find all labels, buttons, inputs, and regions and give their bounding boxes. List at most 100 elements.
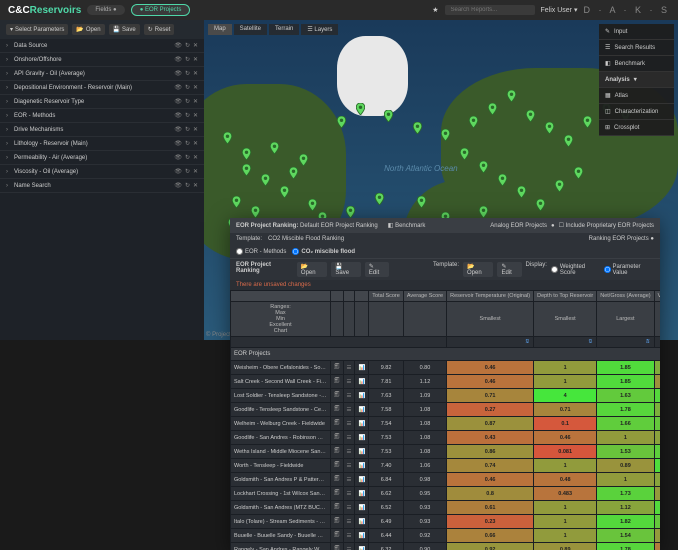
- benchmark-button[interactable]: ◧ Benchmark: [384, 221, 430, 230]
- map-pin[interactable]: [417, 196, 426, 208]
- open-button[interactable]: 📂 Open: [72, 24, 104, 35]
- rank-open[interactable]: 📂 Open: [297, 262, 327, 277]
- map-pin[interactable]: [507, 90, 516, 102]
- map-pin[interactable]: [299, 154, 308, 166]
- refresh-icon[interactable]: ↻: [185, 112, 190, 119]
- display-weighted[interactable]: Weighted Score: [551, 262, 600, 277]
- row-name[interactable]: Goodlife - San Andres - Robinson Oil Zon…: [231, 431, 331, 445]
- chart-icon[interactable]: 📊: [355, 431, 369, 445]
- map-tab-terrain[interactable]: Terrain: [269, 24, 299, 35]
- include-note[interactable]: Include Proprietary EOR Projects: [566, 223, 654, 229]
- tpl-edit[interactable]: ✎ Edit: [497, 262, 521, 277]
- chart-icon[interactable]: 📊: [355, 529, 369, 543]
- rank-edit[interactable]: ✎ Edit: [365, 262, 389, 277]
- rank-save[interactable]: 💾 Save: [331, 262, 361, 277]
- doc-icon[interactable]: 🗐: [331, 473, 344, 487]
- menu-icon[interactable]: ☰: [343, 473, 355, 487]
- map-pin[interactable]: [223, 132, 232, 144]
- eye-icon[interactable]: 👁: [174, 140, 182, 147]
- chart-icon[interactable]: 📊: [355, 445, 369, 459]
- eye-icon[interactable]: 👁: [174, 84, 182, 91]
- col-header[interactable]: Net/Gross (Average): [597, 291, 654, 302]
- refresh-icon[interactable]: ↻: [185, 126, 190, 133]
- close-icon[interactable]: ✕: [193, 112, 198, 119]
- menu-icon[interactable]: ☰: [343, 361, 355, 375]
- refresh-icon[interactable]: ↻: [185, 168, 190, 175]
- menu-icon[interactable]: ☰: [343, 515, 355, 529]
- eye-icon[interactable]: 👁: [174, 56, 182, 63]
- doc-icon[interactable]: 🗐: [331, 487, 344, 501]
- doc-icon[interactable]: 🗐: [331, 389, 344, 403]
- eye-icon[interactable]: 👁: [174, 98, 182, 105]
- sidebar-item[interactable]: ›API Gravity - Oil (Average)👁↻✕: [0, 67, 204, 81]
- close-icon[interactable]: ✕: [193, 126, 198, 133]
- map-pin[interactable]: [555, 180, 564, 192]
- sidebar-item[interactable]: ›Drive Mechanisms👁↻✕: [0, 123, 204, 137]
- map-pin[interactable]: [289, 167, 298, 179]
- refresh-icon[interactable]: ↻: [185, 42, 190, 49]
- chart-icon[interactable]: 📊: [355, 487, 369, 501]
- map-pin[interactable]: [261, 174, 270, 186]
- refresh-icon[interactable]: ↻: [185, 70, 190, 77]
- doc-icon[interactable]: 🗐: [331, 361, 344, 375]
- map-pin[interactable]: [384, 110, 393, 122]
- refresh-icon[interactable]: ↻: [185, 84, 190, 91]
- col-header[interactable]: [231, 291, 331, 302]
- menu-icon[interactable]: ☰: [343, 543, 355, 550]
- refresh-icon[interactable]: ↻: [185, 98, 190, 105]
- col-header[interactable]: Vert Pay (Average): [654, 291, 660, 302]
- sidebar-item[interactable]: ›Name Search👁↻✕: [0, 179, 204, 193]
- col-header[interactable]: [331, 291, 344, 302]
- doc-icon[interactable]: 🗐: [331, 543, 344, 550]
- method-radio[interactable]: EOR - Methods: [236, 248, 286, 255]
- close-icon[interactable]: ✕: [193, 56, 198, 63]
- eye-icon[interactable]: 👁: [174, 112, 182, 119]
- search-input[interactable]: [445, 5, 535, 15]
- map-pin[interactable]: [574, 167, 583, 179]
- chart-icon[interactable]: 📊: [355, 459, 369, 473]
- map-pin[interactable]: [441, 129, 450, 141]
- sort-toggle[interactable]: ⇅: [597, 337, 654, 348]
- map-pin[interactable]: [583, 116, 592, 128]
- row-name[interactable]: Weisheim - Obere Cefalonides - South Umb…: [231, 361, 331, 375]
- menu-icon[interactable]: ☰: [343, 459, 355, 473]
- sort-toggle[interactable]: ⇅: [447, 337, 534, 348]
- eye-icon[interactable]: 👁: [174, 70, 182, 77]
- select-params-button[interactable]: ▾ Select Parameters: [6, 24, 68, 35]
- refresh-icon[interactable]: ↻: [185, 154, 190, 161]
- sidebar-item[interactable]: ›Data Source👁↻✕: [0, 39, 204, 53]
- doc-icon[interactable]: 🗐: [331, 501, 344, 515]
- row-name[interactable]: Worth - Tensleep - Fieldwide: [231, 459, 331, 473]
- right-panel-item[interactable]: ▦Atlas: [599, 88, 674, 104]
- map-pin[interactable]: [356, 103, 365, 115]
- chart-icon[interactable]: 📊: [355, 543, 369, 550]
- reset-button[interactable]: ↻ Reset: [144, 24, 175, 35]
- nav-eor[interactable]: ● EOR Projects: [131, 4, 191, 16]
- menu-icon[interactable]: ☰: [343, 431, 355, 445]
- map-pin[interactable]: [308, 199, 317, 211]
- map-pin[interactable]: [469, 116, 478, 128]
- col-header[interactable]: Reservoir Temperature (Original): [447, 291, 534, 302]
- row-name[interactable]: Goldsmith - San Andres (MTZ BUC) - OLMU …: [231, 501, 331, 515]
- sidebar-item[interactable]: ›Permeability - Air (Average)👁↻✕: [0, 151, 204, 165]
- menu-icon[interactable]: ☰: [343, 389, 355, 403]
- eye-icon[interactable]: 👁: [174, 126, 182, 133]
- doc-icon[interactable]: 🗐: [331, 515, 344, 529]
- eye-icon[interactable]: 👁: [174, 182, 182, 189]
- right-panel-item[interactable]: ☰Search Results: [599, 40, 674, 56]
- sort-toggle[interactable]: ⇅: [534, 337, 597, 348]
- doc-icon[interactable]: 🗐: [331, 375, 344, 389]
- map-pin[interactable]: [545, 122, 554, 134]
- row-name[interactable]: Rangely - San Andres - Rangely Water Sa: [231, 543, 331, 550]
- menu-icon[interactable]: ☰: [343, 403, 355, 417]
- chart-icon[interactable]: 📊: [355, 389, 369, 403]
- save-button[interactable]: 💾 Save: [109, 24, 140, 35]
- doc-icon[interactable]: 🗐: [331, 431, 344, 445]
- sidebar-item[interactable]: ›Diagenetic Reservoir Type👁↻✕: [0, 95, 204, 109]
- menu-icon[interactable]: ☰: [343, 445, 355, 459]
- map-pin[interactable]: [488, 103, 497, 115]
- chart-icon[interactable]: 📊: [355, 515, 369, 529]
- refresh-icon[interactable]: ↻: [185, 140, 190, 147]
- row-name[interactable]: Lockhart Crossing - 1st Wilcox Sandstone…: [231, 487, 331, 501]
- map-pin[interactable]: [498, 174, 507, 186]
